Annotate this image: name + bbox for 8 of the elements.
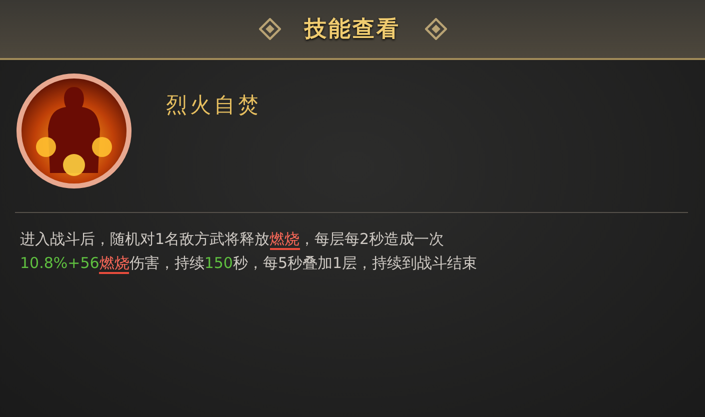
burning-figure-icon [16,73,132,189]
diamond-ornament-icon [424,18,446,40]
window-title: 技能查看 [304,15,400,44]
skill-description: 进入战斗后，随机对1名敌方武将释放燃烧，每层每2秒造成一次 10.8%+56燃烧伤害，持续150秒，每5秒叠加1层，持续到战斗结束 [20,229,478,275]
keyword-link[interactable]: 燃烧 [99,254,130,274]
keyword-link[interactable]: 燃烧 [270,230,300,250]
skill-name: 烈火自焚 [166,92,262,119]
diamond-ornament-icon [258,18,280,40]
